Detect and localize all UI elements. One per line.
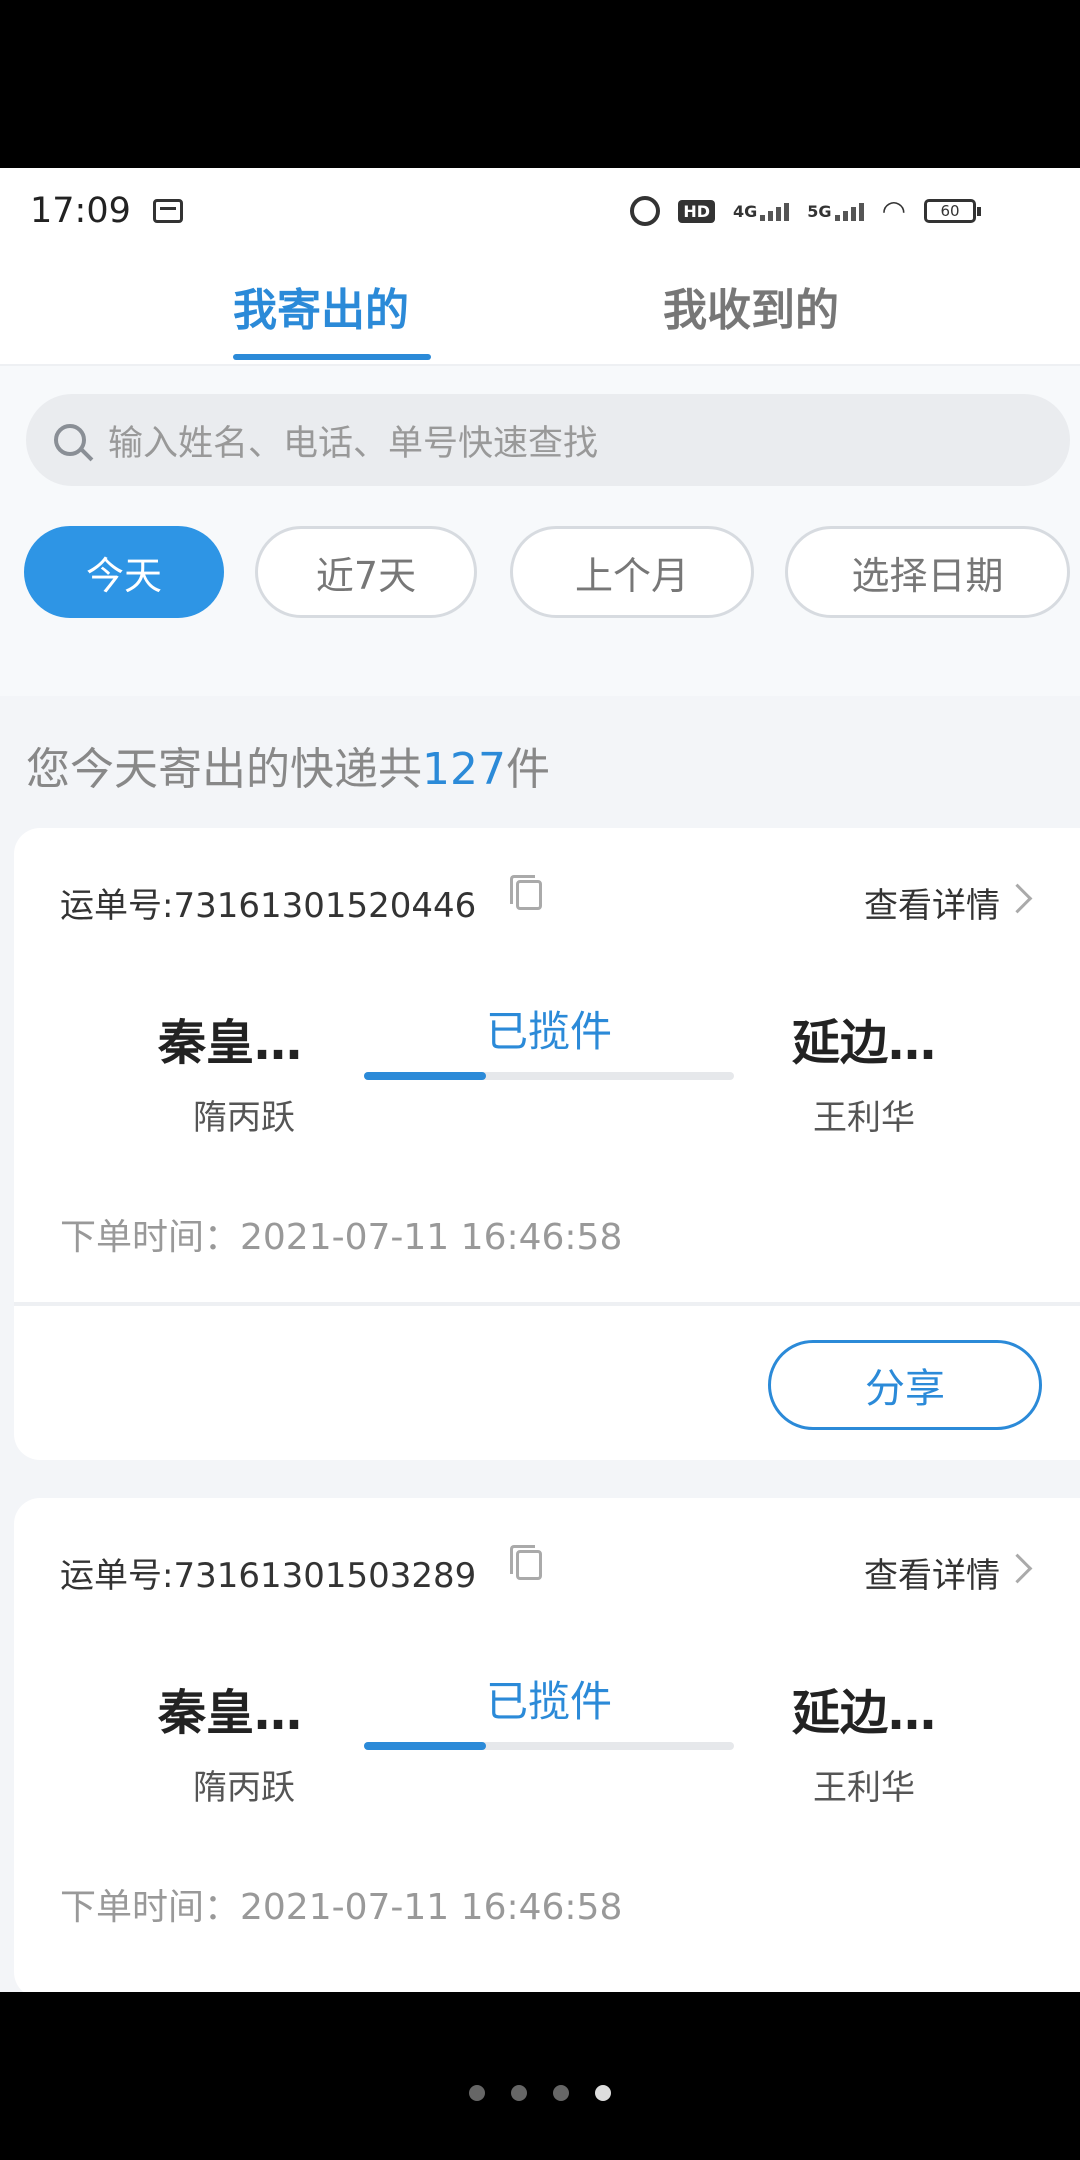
view-details-link[interactable]: 查看详情 [864,878,1000,927]
destination-city: 延边… [791,1685,936,1741]
clock: 17:09 [30,191,131,231]
waybill-number: 运单号:73161301520446 [60,886,477,926]
tab-sent[interactable]: 我寄出的 [233,274,409,338]
page-indicator [0,2085,1080,2101]
shipment-summary: 您今天寄出的快递共127件 [26,733,550,797]
progress-track [364,1072,734,1080]
search-icon [54,424,86,456]
active-tab-indicator [233,354,431,360]
order-card-body[interactable]: 运单号:73161301503289 查看详情 秦皇… 隋丙跃 已揽件 延边… … [14,1498,1080,1978]
filter-last-7-days[interactable]: 近7天 [255,526,477,618]
shipment-status: 已揽件 [485,1677,612,1726]
copy-icon[interactable] [510,1545,542,1580]
origin-city: 秦皇… [157,1015,302,1071]
order-card: 运单号:73161301503289 查看详情 秦皇… 隋丙跃 已揽件 延边… … [14,1498,1080,1992]
copy-icon[interactable] [510,875,542,910]
filter-last-month[interactable]: 上个月 [510,526,754,618]
origin-city: 秦皇… [157,1685,302,1741]
signal-4g-label: 4G [733,201,758,221]
page-dot[interactable] [511,2085,527,2101]
signal-4g-icon: 4G [733,201,790,221]
sender-name: 隋丙跃 [193,1768,295,1808]
recipient-name: 王利华 [813,1098,915,1138]
mail-icon [152,199,183,223]
summary-count: 127 [422,744,506,795]
recipient-name: 王利华 [813,1768,915,1808]
page-dot[interactable] [469,2085,485,2101]
battery-icon: 60 [924,199,981,223]
sender-name: 隋丙跃 [193,1098,295,1138]
order-card: 运单号:73161301520446 查看详情 秦皇… 隋丙跃 已揽件 延边… … [14,828,1080,1460]
destination-city: 延边… [791,1015,936,1071]
summary-prefix: 您今天寄出的快递共 [26,744,422,795]
share-button[interactable]: 分享 [768,1340,1042,1430]
summary-suffix: 件 [505,744,550,795]
card-divider [14,1302,1080,1306]
filter-pick-date[interactable]: 选择日期 [785,526,1070,618]
chevron-right-icon [1002,1553,1033,1584]
search-input[interactable]: 输入姓名、电话、单号快速查找 [26,394,1070,486]
progress-fill [364,1742,487,1750]
order-card-body[interactable]: 运单号:73161301520446 查看详情 秦皇… 隋丙跃 已揽件 延边… … [14,828,1080,1308]
tab-bar: 我寄出的 我收到的 [0,254,1080,366]
chevron-right-icon [1002,883,1033,914]
tab-received[interactable]: 我收到的 [663,274,839,338]
wifi-icon: ◠ [881,194,906,227]
waybill-number: 运单号:73161301503289 [60,1556,477,1596]
signal-5g-icon: 5G [807,201,864,221]
alarm-icon [630,196,661,226]
signal-5g-label: 5G [807,201,832,221]
order-time: 下单时间：2021-07-11 16:46:58 [60,1887,623,1928]
app-screen: 17:09 HD 4G 5G ◠ 60 我寄出的 我收到的 输入姓名、电话、单号… [0,168,1080,1992]
view-details-link[interactable]: 查看详情 [864,1548,1000,1597]
search-placeholder: 输入姓名、电话、单号快速查找 [108,423,599,464]
order-time: 下单时间：2021-07-11 16:46:58 [60,1217,623,1258]
filter-area: 输入姓名、电话、单号快速查找 今天 近7天 上个月 选择日期 [0,366,1080,696]
progress-fill [364,1072,487,1080]
status-bar: 17:09 HD 4G 5G ◠ 60 [0,168,1080,254]
page-dot[interactable] [553,2085,569,2101]
filter-today[interactable]: 今天 [24,526,224,618]
progress-track [364,1742,734,1750]
page-dot-active[interactable] [595,2085,611,2101]
hd-icon: HD [678,199,716,223]
shipment-status: 已揽件 [485,1007,612,1056]
